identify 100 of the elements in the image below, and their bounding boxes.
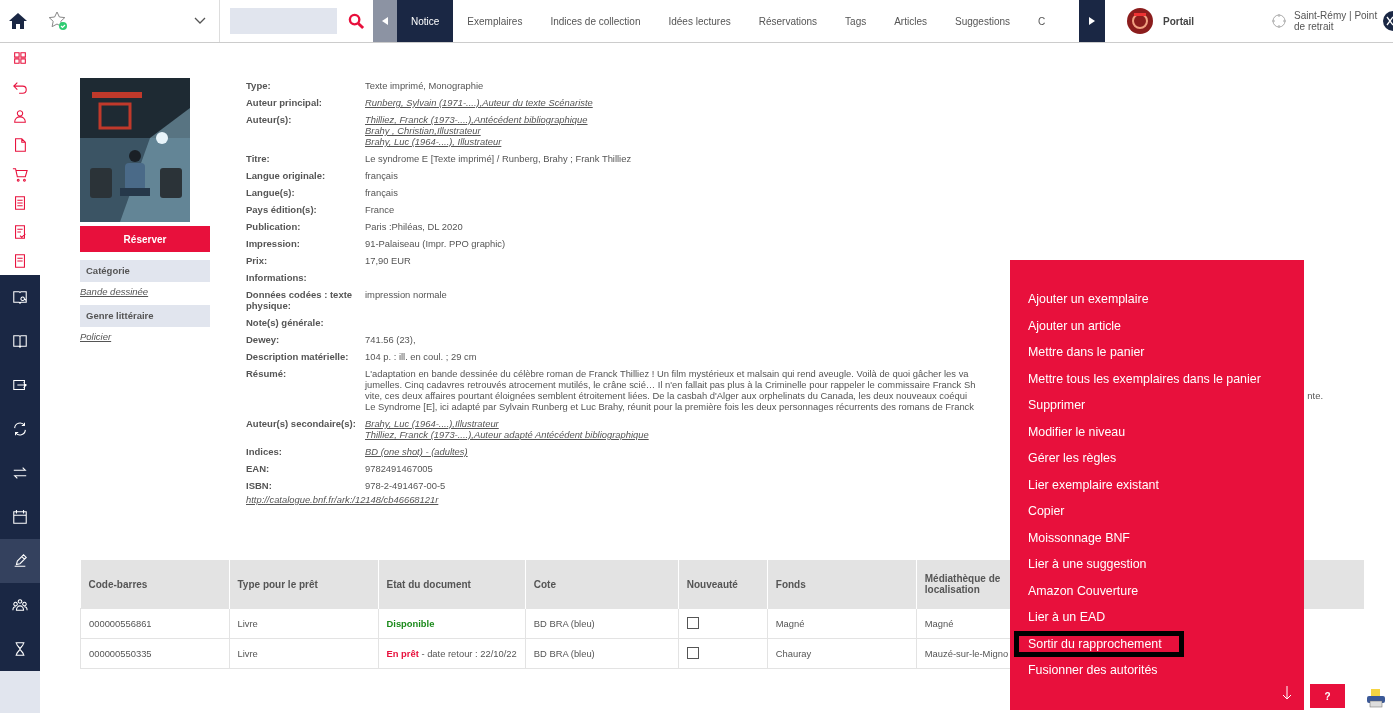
- pen-icon: [12, 553, 28, 569]
- table-cell: 000000550335: [80, 638, 229, 669]
- table-cell: En prêt - date retour : 22/10/22: [378, 638, 526, 669]
- column-header[interactable]: Cote: [525, 560, 679, 609]
- category-header: Genre littéraire: [80, 305, 210, 327]
- field-label: Type:: [246, 80, 272, 91]
- menu-item[interactable]: Modifier le niveau: [1010, 418, 1144, 445]
- arrow-down-icon[interactable]: [1282, 686, 1292, 700]
- tab[interactable]: Exemplaires: [453, 0, 537, 42]
- field-label: Prix:: [246, 255, 269, 266]
- sidebar-button[interactable]: [0, 539, 40, 583]
- reserve-button[interactable]: Réserver: [80, 226, 210, 252]
- table-cell: Chauray: [767, 638, 917, 669]
- document-icon: [12, 136, 28, 153]
- location-label[interactable]: Saint-Rémy | Point de retrait: [1294, 10, 1382, 32]
- field-label: ISBN:: [246, 480, 273, 491]
- field-link[interactable]: Thilliez, Franck (1973-....),Auteur adapté Antécédent bibliographique: [365, 429, 649, 440]
- field-value: français: [365, 187, 398, 198]
- category-link[interactable]: Bande dessinée: [80, 286, 210, 297]
- tab[interactable]: Tags: [831, 0, 881, 42]
- field-link[interactable]: Brahy, Luc (1964-....),Illustrateur: [365, 418, 649, 429]
- menu-item[interactable]: Moissonnage BNF: [1010, 524, 1148, 551]
- field-label: Langue originale:: [246, 170, 327, 181]
- checkbox[interactable]: [686, 616, 699, 629]
- field-value: vite, ces deux affaires pourtant éloignées semblent étroitement liées. De la casbah d'Alger aux orphelinats du Canada, les deux nouveaux coéqui: [365, 390, 967, 401]
- sidebar-button[interactable]: [0, 495, 40, 539]
- menu-item[interactable]: Gérer les règles: [1010, 445, 1135, 472]
- field-value: 741.56 (23),: [365, 334, 416, 345]
- table-cell: Magné: [767, 608, 917, 639]
- field-value: L'adaptation en bande dessinée du célèbre roman de Franck Thilliez ! Un film mystérieux et malsain qui rend aveugle. Voilà de quoi gâcher les va: [365, 368, 969, 379]
- column-header[interactable]: Nouveauté: [678, 560, 768, 609]
- printer-icon[interactable]: [1366, 688, 1386, 708]
- calendar-icon: [12, 509, 28, 525]
- field-link[interactable]: Thilliez, Franck (1973-....),Antécédent bibliographique: [365, 114, 588, 125]
- scroll-right-button[interactable]: [1079, 0, 1105, 42]
- help-button[interactable]: ?: [1310, 684, 1345, 708]
- close-icon[interactable]: [1383, 11, 1393, 31]
- menu-item[interactable]: Ajouter un exemplaire: [1010, 286, 1167, 313]
- portal-label[interactable]: Portail: [1163, 15, 1195, 27]
- tab[interactable]: Idées lectures: [654, 0, 745, 42]
- tab[interactable]: Suggestions: [941, 0, 1025, 42]
- chevron-down-icon[interactable]: [194, 17, 206, 25]
- sidebar-footer: [0, 671, 40, 713]
- column-header[interactable]: Type pour le prêt: [229, 560, 378, 609]
- field-link[interactable]: Brahy , Christian,Illustrateur: [365, 125, 588, 136]
- field-value: 91-Palaiseau (Impr. PPO graphic): [365, 238, 506, 249]
- cart-icon: [12, 165, 28, 182]
- field-value: Paris :Philéas, DL 2020: [365, 221, 463, 232]
- field-link[interactable]: Runberg, Sylvain (1971-....),Auteur du texte Scénariste: [365, 97, 593, 108]
- tab[interactable]: Réservations: [744, 0, 832, 42]
- field-link[interactable]: Brahy, Luc (1964-....), Illustrateur: [365, 136, 588, 147]
- field-value: Le syndrome E [Texte imprimé] / Runberg, Brahy ; Frank Thilliez: [365, 153, 632, 164]
- favorite-star-icon[interactable]: [48, 11, 68, 31]
- field-value: nte.: [1307, 390, 1323, 401]
- field-label: EAN:: [246, 463, 271, 474]
- list-icon: [12, 194, 28, 211]
- menu-item[interactable]: Supprimer: [1010, 392, 1104, 419]
- sidebar-button[interactable]: [0, 583, 40, 627]
- field-value: 978-2-491467-00-5: [365, 480, 446, 491]
- field-label: Impression:: [246, 238, 301, 249]
- tab[interactable]: Notice: [397, 0, 454, 42]
- group-icon: [12, 597, 28, 613]
- document-icon: [12, 252, 28, 269]
- user-icon: [12, 107, 28, 124]
- tab[interactable]: Articles: [880, 0, 941, 42]
- field-value: impression normale: [365, 289, 447, 300]
- category-link[interactable]: Policier: [80, 331, 210, 342]
- checkbox[interactable]: [686, 646, 699, 659]
- table-cell: 000000556861: [80, 608, 229, 639]
- tab[interactable]: C: [1024, 0, 1060, 42]
- field-value: 9782491467005: [365, 463, 433, 474]
- search-icon[interactable]: [348, 12, 365, 30]
- field-link[interactable]: BD (one shot) - (adultes): [365, 446, 468, 457]
- field-label: Note(s) générale:: [246, 317, 325, 328]
- search-field[interactable]: [230, 8, 337, 34]
- menu-item[interactable]: Ajouter un article: [1010, 312, 1139, 339]
- book-icon: [12, 333, 28, 349]
- triangle-right-icon: [1089, 17, 1095, 25]
- column-header[interactable]: Etat du document: [378, 560, 526, 609]
- home-icon[interactable]: [8, 12, 28, 30]
- menu-item[interactable]: Mettre dans le panier: [1010, 339, 1163, 366]
- table-cell: Disponible: [378, 608, 526, 639]
- tab[interactable]: Indices de collection: [536, 0, 655, 42]
- menu-item[interactable]: Mettre tous les exemplaires dans le panier: [1010, 365, 1279, 392]
- avatar-icon[interactable]: [1127, 8, 1153, 34]
- field-value: 17,90 EUR: [365, 255, 411, 266]
- table-cell: Livre: [229, 608, 378, 639]
- field-label: Informations:: [246, 272, 308, 283]
- field-value: 104 p. : ill. en coul. ; 29 cm: [365, 351, 477, 362]
- sidebar-button[interactable]: [0, 275, 40, 319]
- swap-arrows-icon: [12, 465, 28, 481]
- field-label: Auteur(s):: [246, 114, 293, 127]
- triangle-left-icon: [382, 17, 388, 25]
- column-header[interactable]: Code-barres: [80, 560, 229, 609]
- field-label: Pays édition(s):: [246, 204, 318, 215]
- column-header[interactable]: Fonds: [767, 560, 917, 609]
- sidebar-button[interactable]: [0, 627, 40, 671]
- field-label: Résumé:: [246, 368, 288, 381]
- field-label: Publication:: [246, 221, 302, 232]
- field-value: France: [365, 204, 395, 215]
